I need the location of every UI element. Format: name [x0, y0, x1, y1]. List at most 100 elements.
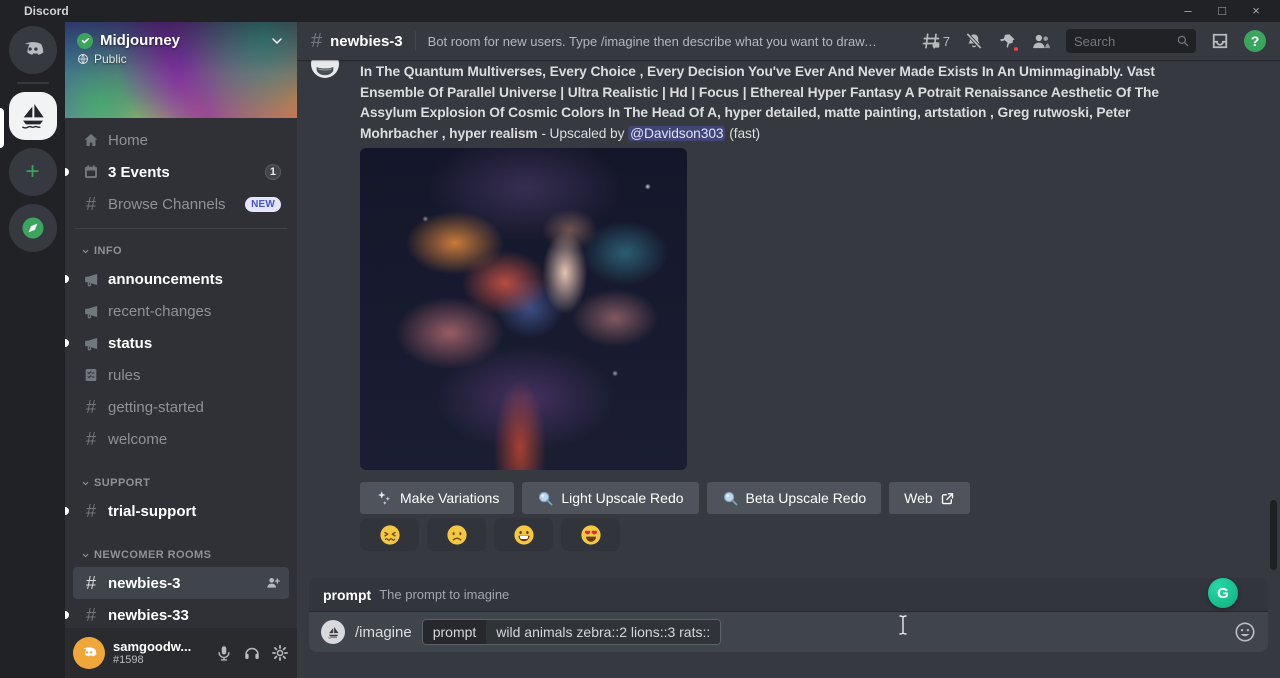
hash-icon — [81, 502, 101, 520]
grammarly-icon[interactable]: G — [1208, 578, 1238, 608]
channel-hash-icon — [311, 31, 322, 51]
sidebar-channel-getting-started[interactable]: getting-started — [73, 391, 289, 423]
mic-icon[interactable] — [215, 644, 233, 662]
option-pill-label: prompt — [423, 620, 487, 644]
discord-home-button[interactable] — [9, 26, 57, 74]
light-upscale-redo-button[interactable]: Light Upscale Redo — [522, 482, 698, 514]
sparkles-icon — [375, 489, 393, 507]
scrollbar-thumb[interactable] — [1270, 500, 1277, 570]
magnifier-icon — [537, 490, 554, 507]
inbox-icon[interactable] — [1210, 31, 1230, 51]
web-button[interactable]: Web — [889, 482, 970, 514]
make-variations-button[interactable]: Make Variations — [360, 482, 514, 514]
plus-icon: + — [25, 160, 39, 184]
beta-upscale-redo-button[interactable]: Beta Upscale Redo — [707, 482, 882, 514]
main-content: newbies-3 Bot room for new users. Type /… — [297, 22, 1280, 678]
hash-icon — [81, 574, 101, 592]
header-divider — [415, 31, 416, 51]
discord-logo-icon — [79, 643, 99, 663]
pinned-messages-icon[interactable] — [998, 32, 1017, 51]
chat-scrollbar[interactable] — [1269, 60, 1278, 578]
search-box — [1066, 29, 1196, 53]
reaction-disappointed-face[interactable] — [427, 518, 486, 551]
hash-icon — [81, 606, 101, 624]
unread-dot — [65, 339, 69, 347]
sidebar-channel-status[interactable]: status — [73, 327, 289, 359]
server-midjourney-button[interactable] — [9, 92, 57, 140]
sidebar-channel-newbies-33[interactable]: newbies-33 — [73, 599, 289, 631]
threads-count: 7 — [943, 34, 950, 49]
bot-avatar[interactable] — [311, 60, 339, 78]
section-chevron-icon — [81, 551, 90, 560]
add-server-button[interactable]: + — [9, 148, 57, 196]
emoji-picker-icon[interactable] — [1234, 621, 1256, 643]
sailboat-icon — [17, 100, 49, 132]
calendar-icon — [81, 163, 101, 181]
sidebar-channel-announcements[interactable]: announcements — [73, 263, 289, 295]
events-count-badge: 1 — [265, 164, 281, 180]
sidebar-channel-recent-changes[interactable]: recent-changes — [73, 295, 289, 327]
home-icon — [81, 131, 101, 149]
user-info[interactable]: samgoodw... #1598 — [113, 640, 191, 666]
message-text: In The Quantum Multiverses, Every Choice… — [360, 62, 1182, 146]
message-composer[interactable]: /imagine prompt wild animals zebra::2 li… — [309, 612, 1268, 652]
user-mention[interactable]: @Davidson303 — [628, 126, 725, 141]
megaphone-icon — [81, 303, 101, 320]
server-banner[interactable]: Midjourney Public — [65, 22, 297, 118]
sidebar-item-home[interactable]: Home — [73, 124, 289, 156]
new-badge: NEW — [245, 197, 281, 212]
invite-people-icon[interactable] — [265, 575, 281, 591]
chat-messages: In The Quantum Multiverses, Every Choice… — [297, 60, 1280, 578]
option-pill-value[interactable]: wild animals zebra::2 lions::3 rats:: — [486, 620, 720, 644]
unread-dot — [65, 168, 69, 176]
user-avatar[interactable] — [73, 637, 105, 669]
selected-server-pill — [0, 108, 4, 148]
section-info[interactable]: INFO — [65, 239, 297, 263]
reaction-grinning-face[interactable] — [494, 518, 553, 551]
sidebar-channel-trial-support[interactable]: trial-support — [73, 495, 289, 527]
message-actions: Make Variations Light Upscale Redo Beta … — [360, 482, 970, 514]
sidebar-item-browse-channels[interactable]: Browse Channels NEW — [73, 188, 289, 220]
hash-icon — [81, 430, 101, 448]
reaction-confounded-face[interactable] — [360, 518, 419, 551]
globe-icon — [77, 53, 89, 65]
close-button[interactable]: × — [1246, 0, 1266, 22]
section-newcomer-rooms[interactable]: NEWCOMER ROOMS — [65, 543, 297, 567]
sidebar-channel-rules[interactable]: rules — [73, 359, 289, 391]
member-list-icon[interactable] — [1031, 31, 1052, 52]
sidebar-channel-newbies-3[interactable]: newbies-3 — [73, 567, 289, 599]
command-option-pill[interactable]: prompt wild animals zebra::2 lions::3 ra… — [422, 619, 722, 645]
slash-command: /imagine — [355, 624, 412, 641]
sidebar-channel-welcome[interactable]: welcome — [73, 423, 289, 455]
slash-option-suggestion[interactable]: prompt The prompt to imagine — [309, 578, 1268, 612]
server-visibility: Public — [94, 52, 127, 66]
section-support[interactable]: SUPPORT — [65, 471, 297, 495]
option-name: prompt — [323, 587, 371, 603]
headphones-icon[interactable] — [243, 644, 261, 662]
midjourney-bot-avatar — [321, 620, 345, 644]
discord-logo-icon — [19, 36, 47, 64]
gear-icon[interactable] — [271, 644, 289, 662]
reaction-heart-eyes-face[interactable] — [561, 518, 620, 551]
window-titlebar: Discord – □ × — [0, 0, 1280, 22]
threads-icon[interactable]: 7 — [921, 31, 950, 51]
channel-list: Home 3 Events 1 Browse Channels NEW INFO — [65, 118, 297, 631]
verified-badge-icon — [77, 33, 93, 49]
channel-header: newbies-3 Bot room for new users. Type /… — [297, 22, 1280, 60]
explore-servers-button[interactable] — [9, 204, 57, 252]
unread-dot — [65, 275, 69, 283]
section-chevron-icon — [81, 247, 90, 256]
sidebar-divider — [75, 228, 287, 229]
sidebar: Midjourney Public Home — [65, 22, 297, 678]
maximize-button[interactable]: □ — [1212, 0, 1232, 22]
external-link-icon — [940, 491, 955, 506]
minimize-button[interactable]: – — [1178, 0, 1198, 22]
sidebar-item-events[interactable]: 3 Events 1 — [73, 156, 289, 188]
channel-topic[interactable]: Bot room for new users. Type /imagine th… — [428, 34, 878, 49]
generated-image[interactable] — [360, 148, 687, 470]
search-icon — [1176, 34, 1190, 48]
notifications-off-icon[interactable] — [964, 31, 984, 51]
unread-dot — [65, 507, 69, 515]
hash-icon — [81, 398, 101, 416]
help-icon[interactable]: ? — [1244, 30, 1266, 52]
